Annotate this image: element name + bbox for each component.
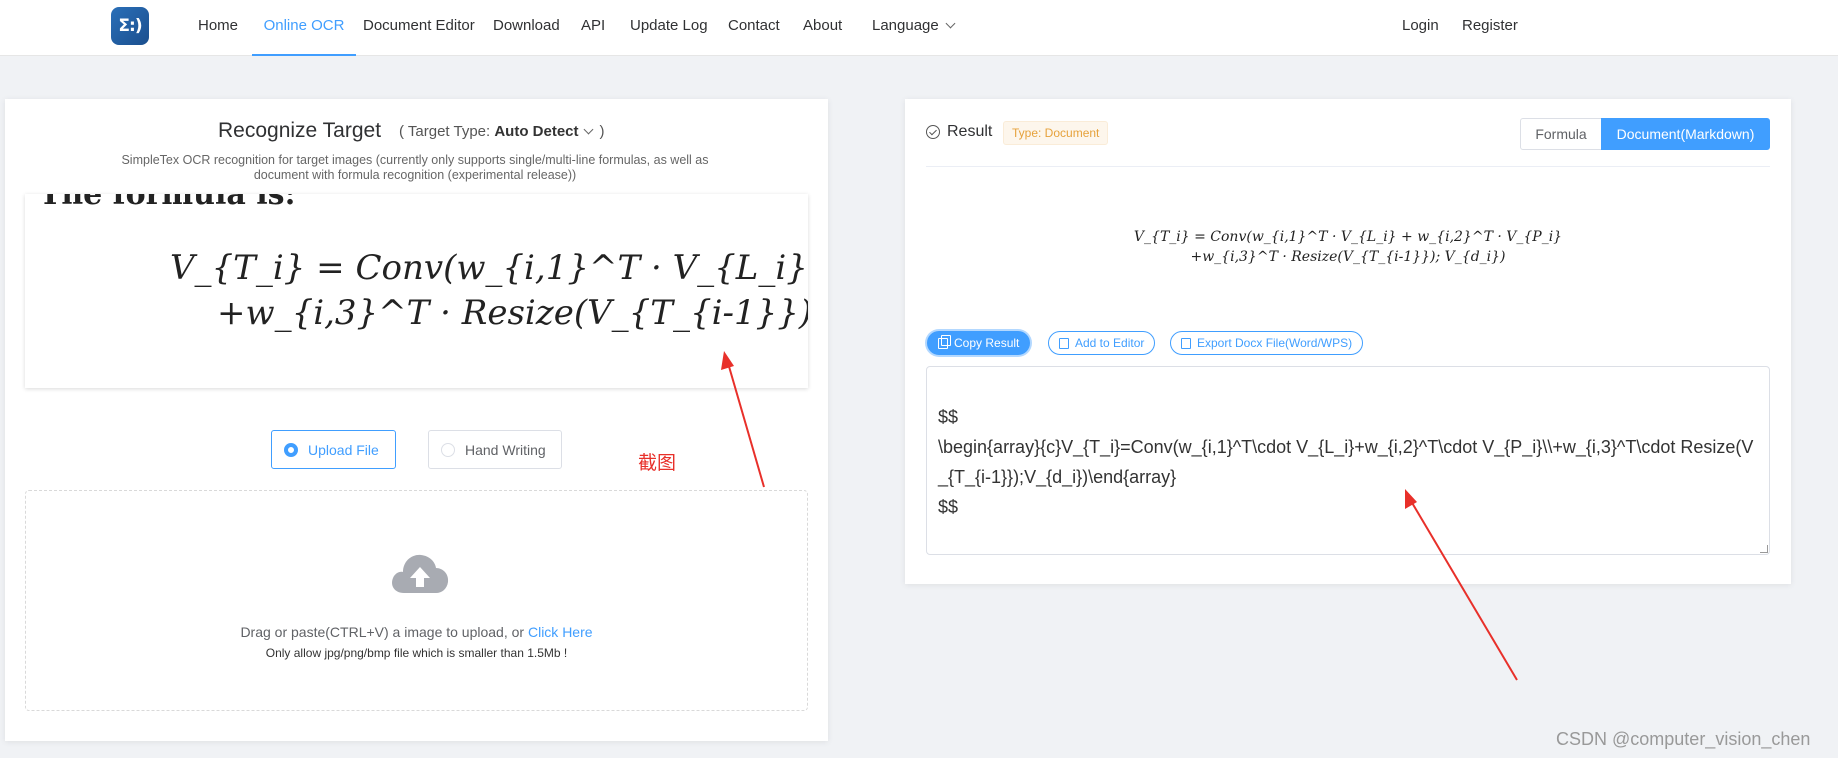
recognize-target-title: Recognize Target bbox=[218, 119, 382, 142]
upload-dropzone[interactable]: Drag or paste(CTRL+V) a image to upload,… bbox=[25, 490, 808, 711]
target-type-selector[interactable]: ( Target Type: Auto Detect) bbox=[399, 123, 605, 140]
hand-writing-option[interactable]: Hand Writing bbox=[428, 430, 562, 469]
rendered-line1: V_{T_i} = Conv(w_{i,1}^T · V_{L_i} + w_{… bbox=[1133, 229, 1563, 245]
add-to-editor-label: Add to Editor bbox=[1075, 336, 1145, 350]
preview-caption: The formula is: bbox=[39, 194, 296, 212]
document-icon bbox=[1059, 337, 1069, 349]
rendered-formula: V_{T_i} = Conv(w_{i,1}^T · V_{L_i} + w_{… bbox=[905, 227, 1791, 267]
preview-formula-line1: V_{T_i} = Conv(w_{i,1}^T · V_{L_i} + w_{… bbox=[170, 248, 808, 288]
language-label: Language bbox=[872, 17, 939, 34]
drag-instruction: Drag or paste(CTRL+V) a image to upload,… bbox=[26, 624, 807, 640]
type-badge: Type: Document bbox=[1003, 121, 1109, 145]
target-type-suffix: ) bbox=[599, 123, 605, 140]
recognize-panel: Recognize Target ( Target Type: Auto Det… bbox=[5, 99, 828, 741]
file-restriction-text: Only allow jpg/png/bmp file which is sma… bbox=[265, 646, 568, 660]
simpletex-logo[interactable]: Σ:) bbox=[111, 7, 149, 45]
register-link[interactable]: Register bbox=[1462, 0, 1518, 56]
nav-api[interactable]: API bbox=[581, 0, 605, 56]
login-link[interactable]: Login bbox=[1402, 0, 1439, 56]
preview-formula-line2: +w_{i,3}^T · Resize(V_{T_{i-1}}); V_{d_i… bbox=[217, 293, 808, 333]
export-docx-button[interactable]: Export Docx File(Word/WPS) bbox=[1170, 331, 1364, 355]
copy-icon bbox=[938, 334, 951, 349]
top-navbar: Σ:) Home Online OCR Document Editor Down… bbox=[0, 0, 1838, 56]
result-textarea[interactable]: $$ \begin{array}{c}V_{T_i}=Conv(w_{i,1}^… bbox=[926, 366, 1770, 555]
target-type-prefix: ( Target Type: bbox=[399, 123, 491, 140]
result-panel: Result Type: Document Formula Document(M… bbox=[905, 99, 1791, 584]
target-type-value: Auto Detect bbox=[494, 123, 579, 140]
check-circle-icon bbox=[926, 125, 940, 139]
add-to-editor-button[interactable]: Add to Editor bbox=[1048, 331, 1156, 355]
nav-update-log[interactable]: Update Log bbox=[630, 0, 708, 56]
export-docx-label: Export Docx File(Word/WPS) bbox=[1197, 336, 1353, 350]
cloud-upload-icon bbox=[392, 554, 449, 593]
radio-unchecked-icon bbox=[441, 442, 455, 457]
upload-file-option[interactable]: Upload File bbox=[271, 430, 396, 469]
radio-checked-icon bbox=[284, 442, 298, 457]
chevron-down-icon bbox=[583, 124, 593, 135]
document-icon bbox=[1181, 337, 1191, 349]
nav-online-ocr[interactable]: Online OCR bbox=[252, 0, 356, 56]
copy-result-button[interactable]: Copy Result bbox=[927, 331, 1031, 355]
image-preview: The formula is: V_{T_i} = Conv(w_{i,1}^T… bbox=[25, 194, 808, 388]
ocr-description: SimpleTex OCR recognition for target ima… bbox=[121, 153, 709, 182]
csdn-watermark: CSDN @computer_vision_chen bbox=[1556, 729, 1811, 749]
nav-download[interactable]: Download bbox=[493, 0, 560, 56]
nav-home[interactable]: Home bbox=[198, 0, 238, 56]
click-here-link[interactable]: Click Here bbox=[528, 624, 593, 640]
hand-writing-label: Hand Writing bbox=[465, 441, 546, 458]
nav-language[interactable]: Language bbox=[872, 0, 956, 56]
tab-document-markdown[interactable]: Document(Markdown) bbox=[1601, 118, 1770, 150]
rendered-line2: +w_{i,3}^T · Resize(V_{T_{i-1}}); V_{d_i… bbox=[1190, 249, 1506, 265]
divider bbox=[926, 166, 1770, 167]
copy-result-label: Copy Result bbox=[954, 336, 1020, 350]
result-title: Result bbox=[947, 123, 993, 140]
chevron-down-icon bbox=[945, 18, 956, 29]
nav-document-editor[interactable]: Document Editor bbox=[363, 0, 475, 56]
nav-contact[interactable]: Contact bbox=[728, 0, 780, 56]
upload-file-label: Upload File bbox=[308, 441, 379, 458]
nav-about[interactable]: About bbox=[803, 0, 842, 56]
formula-image: The formula is: V_{T_i} = Conv(w_{i,1}^T… bbox=[39, 194, 808, 333]
screenshot-annotation: 截图 bbox=[638, 453, 677, 474]
tab-formula[interactable]: Formula bbox=[1520, 118, 1602, 150]
drag-text: Drag or paste(CTRL+V) a image to upload,… bbox=[240, 624, 525, 640]
